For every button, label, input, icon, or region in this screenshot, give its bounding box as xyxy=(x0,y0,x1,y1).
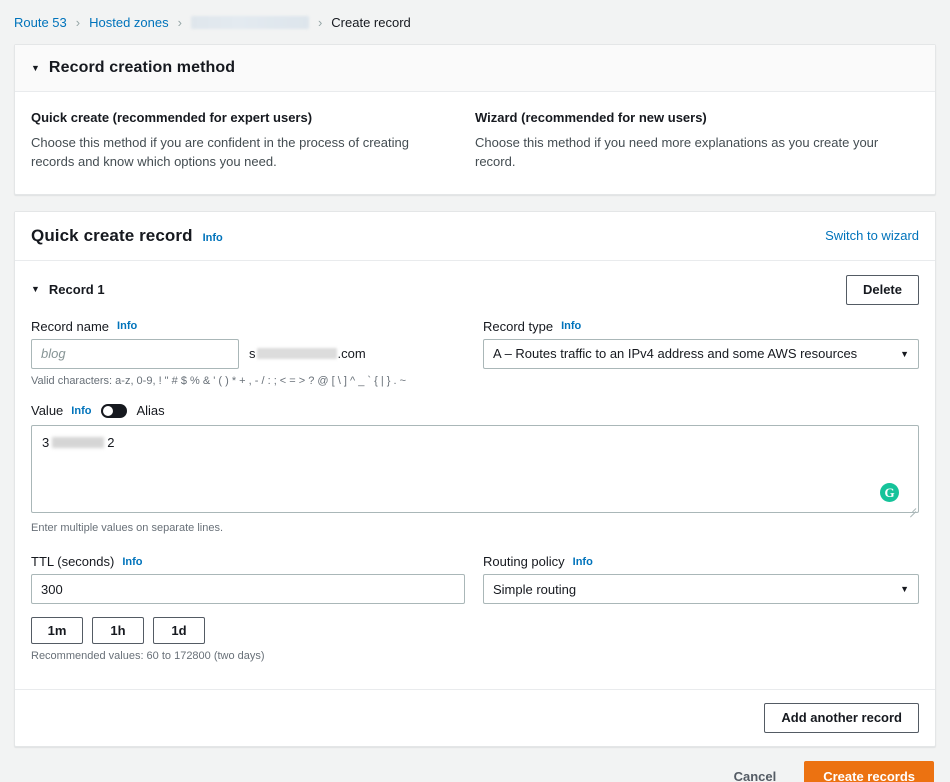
value-label-row: Value Info Alias xyxy=(31,403,919,418)
routing-policy-field-group: Routing policy Info Simple routing ▼ xyxy=(483,554,919,664)
breadcrumb-separator-icon: › xyxy=(177,14,182,30)
record-form-body: Record name Info s .com Valid characters… xyxy=(15,319,935,671)
page-footer: Cancel Create records xyxy=(0,747,950,782)
routing-policy-info-link[interactable]: Info xyxy=(573,556,593,568)
switch-to-wizard-link[interactable]: Switch to wizard xyxy=(825,228,919,243)
ttl-quick-buttons: 1m 1h 1d xyxy=(31,617,465,645)
ttl-1m-button[interactable]: 1m xyxy=(31,617,83,645)
add-another-record-button[interactable]: Add another record xyxy=(764,702,919,733)
breadcrumb: Route 53 › Hosted zones › › Create recor… xyxy=(0,0,950,44)
method-option-quick-create[interactable]: Quick create (recommended for expert use… xyxy=(31,110,475,172)
ttl-1h-button[interactable]: 1h xyxy=(92,617,144,645)
record-name-type-row: Record name Info s .com Valid characters… xyxy=(31,319,919,389)
record-1-header: ▼ Record 1 Delete xyxy=(15,261,935,319)
breadcrumb-item-create-record: Create record xyxy=(331,14,411,30)
record-name-info-link[interactable]: Info xyxy=(117,320,137,332)
record-name-label-row: Record name Info xyxy=(31,319,465,334)
record-creation-method-title: Record creation method xyxy=(48,59,236,76)
record-collapse-caret-icon[interactable]: ▼ xyxy=(31,285,40,294)
quick-create-record-title: Quick create record xyxy=(31,225,193,245)
record-type-field-group: Record type Info A – Routes traffic to a… xyxy=(483,319,919,389)
delete-record-button[interactable]: Delete xyxy=(845,274,919,305)
value-label: Value xyxy=(31,403,64,419)
quick-create-record-header: Quick create record Info Switch to wizar… xyxy=(15,211,935,261)
alias-toggle-knob xyxy=(103,405,114,416)
create-records-button[interactable]: Create records xyxy=(804,760,934,782)
routing-policy-label: Routing policy xyxy=(483,554,565,570)
value-info-link[interactable]: Info xyxy=(71,405,91,417)
ttl-routing-row: TTL (seconds) Info 1m 1h 1d Recommended … xyxy=(31,554,919,664)
method-option-wizard[interactable]: Wizard (recommended for new users) Choos… xyxy=(475,110,919,172)
alias-label: Alias xyxy=(136,403,165,419)
breadcrumb-item-route-53[interactable]: Route 53 xyxy=(14,15,67,30)
ttl-field-group: TTL (seconds) Info 1m 1h 1d Recommended … xyxy=(31,554,483,664)
breadcrumb-item-hosted-zones[interactable]: Hosted zones xyxy=(89,15,169,30)
record-creation-method-body: Quick create (recommended for expert use… xyxy=(15,92,935,194)
record-name-input-row: s .com xyxy=(31,338,465,369)
wizard-description: Choose this method if you need more expl… xyxy=(475,135,879,169)
record-type-select-wrap: A – Routes traffic to an IPv4 address an… xyxy=(483,338,919,369)
quick-create-record-card: Quick create record Info Switch to wizar… xyxy=(14,210,936,747)
ttl-label: TTL (seconds) xyxy=(31,554,115,570)
routing-policy-label-row: Routing policy Info xyxy=(483,554,919,569)
breadcrumb-item-hosted-zone-redacted[interactable] xyxy=(190,15,309,29)
record-card-footer: Add another record xyxy=(15,688,935,746)
breadcrumb-separator-icon: › xyxy=(317,14,323,30)
quick-create-heading: Quick create (recommended for expert use… xyxy=(31,110,313,125)
record-type-label-row: Record type Info xyxy=(483,319,919,334)
record-name-label: Record name xyxy=(31,318,110,334)
breadcrumb-separator-icon: › xyxy=(75,14,81,30)
record-creation-method-card: ▼ Record creation method Quick create (r… xyxy=(14,44,936,195)
wizard-heading: Wizard (recommended for new users) xyxy=(475,110,707,125)
domain-tld-text: .com xyxy=(337,346,366,362)
record-name-field-group: Record name Info s .com Valid characters… xyxy=(31,319,483,389)
record-type-label: Record type xyxy=(483,318,554,334)
ttl-input[interactable] xyxy=(31,574,465,605)
record-type-select[interactable]: A – Routes traffic to an IPv4 address an… xyxy=(483,338,919,369)
cancel-button[interactable]: Cancel xyxy=(718,763,793,782)
quick-create-info-link[interactable]: Info xyxy=(203,232,223,244)
value-textarea-wrap: 3 2 G xyxy=(31,425,919,518)
ttl-hint: Recommended values: 60 to 172800 (two da… xyxy=(31,650,265,663)
alias-toggle[interactable] xyxy=(101,403,128,418)
record-1-title: Record 1 xyxy=(48,282,105,298)
ttl-label-row: TTL (seconds) Info xyxy=(31,554,465,569)
record-name-domain-suffix: s .com xyxy=(249,346,366,361)
ttl-info-link[interactable]: Info xyxy=(122,556,142,568)
textarea-resize-handle[interactable] xyxy=(905,502,917,518)
record-type-info-link[interactable]: Info xyxy=(561,320,581,332)
value-textarea[interactable] xyxy=(31,425,919,514)
record-name-input[interactable] xyxy=(31,338,239,369)
record-name-hint: Valid characters: a-z, 0-9, ! " # $ % & … xyxy=(31,374,406,387)
ttl-1d-button[interactable]: 1d xyxy=(153,617,205,645)
routing-policy-select-wrap: Simple routing ▼ xyxy=(483,574,919,605)
domain-prefix-text: s xyxy=(249,346,256,362)
record-creation-method-header: ▼ Record creation method xyxy=(15,45,935,92)
value-hint: Enter multiple values on separate lines. xyxy=(31,522,223,535)
quick-create-description: Choose this method if you are confident … xyxy=(31,135,409,169)
collapse-caret-icon[interactable]: ▼ xyxy=(31,63,40,73)
grammarly-icon[interactable]: G xyxy=(880,483,899,503)
domain-redacted-block xyxy=(256,348,337,360)
routing-policy-select[interactable]: Simple routing xyxy=(483,574,919,605)
